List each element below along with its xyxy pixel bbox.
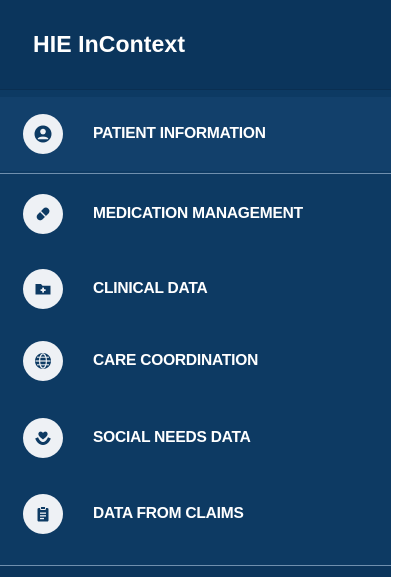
divider — [0, 173, 391, 174]
nav-item-social-needs-data[interactable]: SOCIAL NEEDS DATA — [0, 401, 391, 475]
medical-folder-icon — [23, 269, 63, 309]
pill-icon — [23, 194, 63, 234]
nav-item-data-from-claims[interactable]: DATA FROM CLAIMS — [0, 477, 391, 551]
hand-heart-icon — [23, 418, 63, 458]
side-navigation-panel: HIE InContext PATIENT INFORMATION MEDICA… — [0, 0, 396, 577]
footer-band — [0, 566, 391, 577]
clipboard-icon — [23, 494, 63, 534]
nav-item-medication-management[interactable]: MEDICATION MANAGEMENT — [0, 177, 391, 251]
nav-item-label: SOCIAL NEEDS DATA — [93, 429, 251, 446]
nav-item-label: CLINICAL DATA — [93, 280, 208, 297]
nav-item-label: DATA FROM CLAIMS — [93, 505, 244, 522]
nav-item-label: MEDICATION MANAGEMENT — [93, 205, 303, 222]
user-circle-icon — [23, 114, 63, 154]
nav-item-care-coordination[interactable]: CARE COORDINATION — [0, 324, 391, 398]
nav-item-label: CARE COORDINATION — [93, 352, 259, 369]
nav-item-clinical-data[interactable]: CLINICAL DATA — [0, 252, 391, 326]
nav-item-patient-information[interactable]: PATIENT INFORMATION — [0, 97, 391, 171]
nav-item-label: PATIENT INFORMATION — [93, 125, 266, 142]
app-title: HIE InContext — [33, 31, 186, 57]
app-header: HIE InContext — [0, 0, 391, 90]
network-globe-icon — [23, 341, 63, 381]
